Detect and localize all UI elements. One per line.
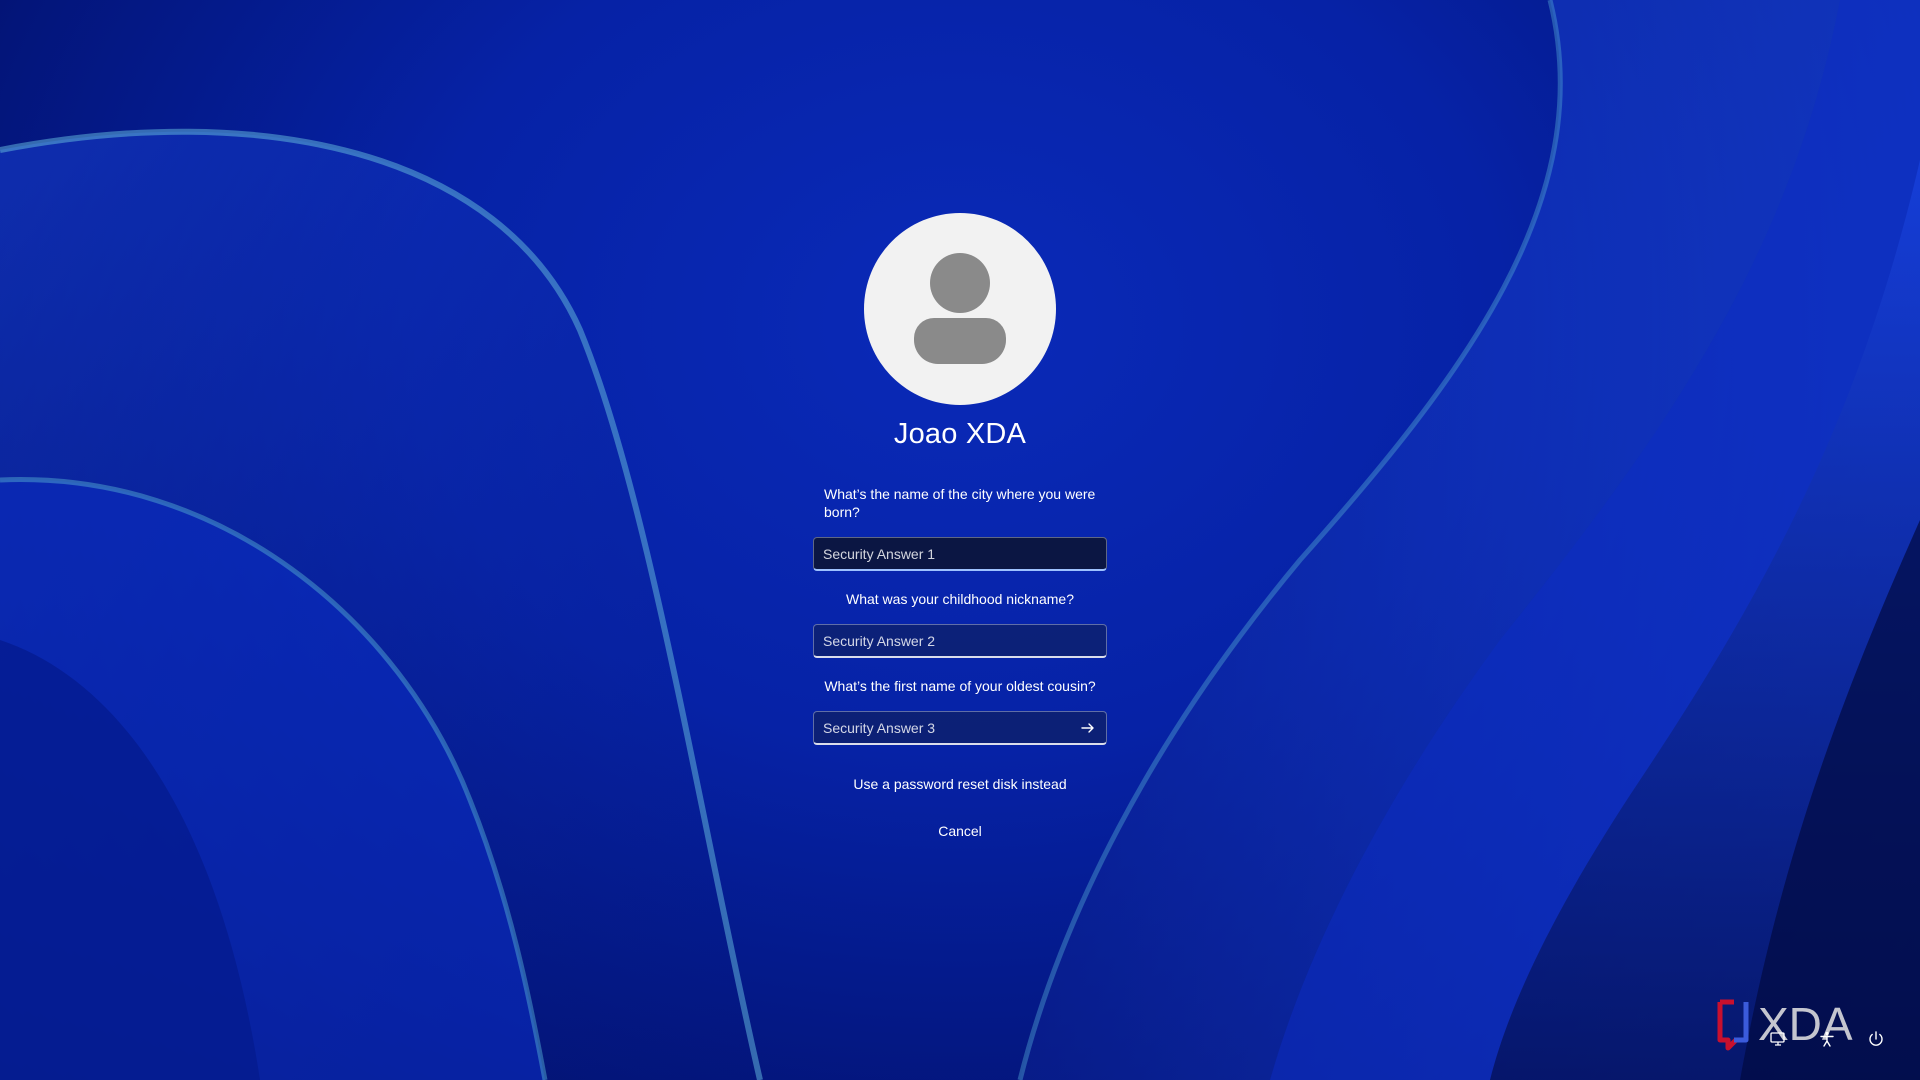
user-icon <box>930 253 990 313</box>
user-avatar <box>864 213 1056 405</box>
accessibility-button[interactable] <box>1814 1026 1840 1052</box>
security-question-3: What’s the first name of your oldest cou… <box>824 678 1096 694</box>
security-question-2: What was your childhood nickname? <box>845 591 1074 607</box>
user-name: Joao XDA <box>893 418 1027 450</box>
security-answer-2-field[interactable] <box>813 624 1107 658</box>
network-icon <box>1770 1032 1785 1046</box>
security-answer-3-input[interactable] <box>814 712 1106 743</box>
network-button[interactable] <box>1765 1026 1791 1052</box>
lock-screen: Joao XDA What’s the name of the city whe… <box>0 0 1920 1080</box>
accessibility-icon <box>1820 1031 1834 1047</box>
cancel-link[interactable]: Cancel <box>760 823 1160 839</box>
security-answer-3-field[interactable] <box>813 711 1107 745</box>
user-icon-body <box>914 318 1006 364</box>
security-answer-1-input[interactable] <box>814 538 1106 569</box>
power-button[interactable] <box>1863 1026 1889 1052</box>
security-answer-2-input[interactable] <box>814 625 1106 656</box>
security-question-1: What’s the name of the city where you we… <box>824 486 1096 520</box>
submit-button[interactable] <box>1076 716 1100 740</box>
security-answer-1-field[interactable] <box>813 537 1107 571</box>
arrow-right-icon <box>1081 723 1094 733</box>
power-icon <box>1869 1031 1883 1046</box>
password-reset-disk-link[interactable]: Use a password reset disk instead <box>760 776 1160 792</box>
password-recovery-panel: Joao XDA What’s the name of the city whe… <box>0 0 1920 1080</box>
